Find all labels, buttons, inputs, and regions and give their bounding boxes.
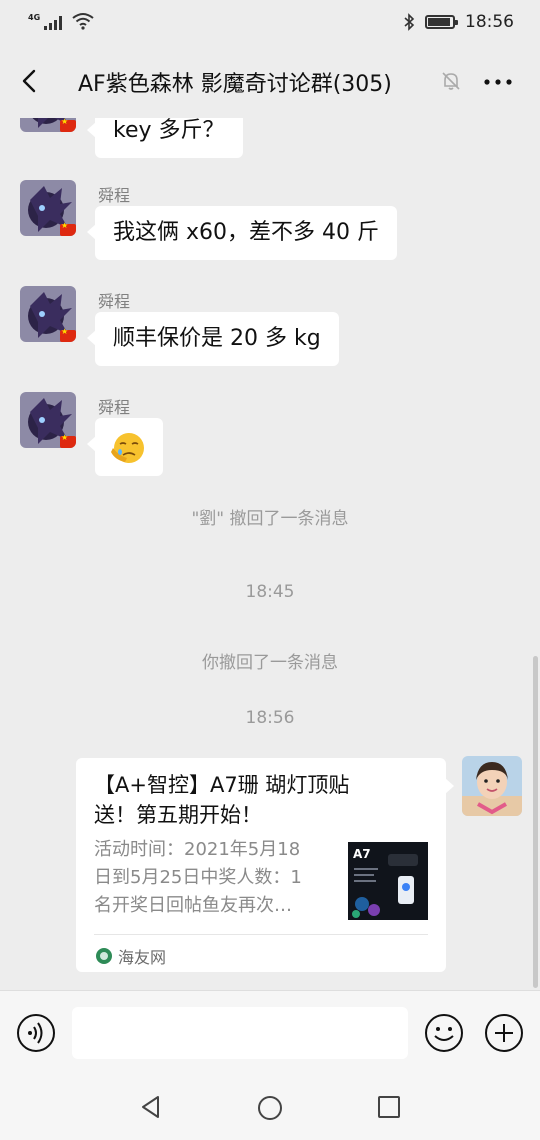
flag-badge xyxy=(60,433,76,448)
card-title: 【A+智控】A7珊 瑚灯顶贴 送！第五期开始！ xyxy=(94,773,350,827)
flag-badge xyxy=(60,118,76,132)
nav-back-icon[interactable] xyxy=(138,1094,164,1120)
avatar[interactable] xyxy=(20,286,76,342)
message-bubble[interactable]: 顺丰保价是 20 多 kg xyxy=(87,312,339,366)
avatar[interactable] xyxy=(20,392,76,448)
emoji-bubble[interactable] xyxy=(87,418,163,476)
chat-header: AF紫色森林 影魔奇讨论群(305) xyxy=(0,46,540,118)
thumb-label: A7 xyxy=(353,847,371,861)
wifi-icon xyxy=(72,13,94,30)
bluetooth-icon xyxy=(404,13,415,31)
source-logo-icon xyxy=(96,948,112,964)
network-status: 4G xyxy=(28,12,94,30)
status-bar: 4G 18:56 xyxy=(0,0,540,46)
recall-notice: 你撤回了一条消息 xyxy=(202,653,338,673)
avatar-image xyxy=(462,756,522,816)
battery-icon xyxy=(425,15,458,29)
sender-name: 舜程 xyxy=(98,186,131,205)
card-source: 海友网 xyxy=(96,944,166,968)
card-divider xyxy=(94,934,428,935)
mute-bell-icon xyxy=(442,72,460,90)
flag-badge xyxy=(60,221,76,236)
system-status: 18:56 xyxy=(403,12,514,32)
my-avatar[interactable] xyxy=(462,756,522,816)
avatar[interactable] xyxy=(20,118,76,132)
scrollbar[interactable] xyxy=(533,656,538,988)
facepalm-emoji-icon xyxy=(111,433,144,463)
input-bar xyxy=(0,990,540,1074)
system-navigation-bar xyxy=(0,1074,540,1140)
emoji-button[interactable] xyxy=(424,1013,464,1053)
flag-badge xyxy=(60,327,76,342)
nav-home-icon[interactable] xyxy=(256,1094,284,1122)
nav-recent-apps-icon[interactable] xyxy=(376,1094,402,1120)
recall-notice: "劉" 撤回了一条消息 xyxy=(191,509,349,529)
message-input[interactable] xyxy=(72,1007,408,1059)
card-description: 活动时间：2021年5月18 日到5月25日中奖人数：1 名开奖日回帖鱼友再次… xyxy=(94,839,302,916)
avatar[interactable] xyxy=(20,180,76,236)
product-image: A7 xyxy=(348,842,428,920)
back-button[interactable] xyxy=(14,64,48,98)
chat-title: AF紫色森林 影魔奇讨论群(305) xyxy=(78,72,392,97)
timestamp: 18:45 xyxy=(245,582,295,602)
status-time: 18:56 xyxy=(465,12,514,32)
timestamp: 18:56 xyxy=(245,708,295,728)
sender-name: 舜程 xyxy=(98,398,131,417)
message-bubble[interactable]: key 多斤？ xyxy=(87,118,243,158)
more-functions-button[interactable] xyxy=(484,1013,524,1053)
shared-link-card[interactable]: 【A+智控】A7珊 瑚灯顶贴 送！第五期开始！ 活动时间：2021年5月18 日… xyxy=(76,758,454,972)
chat-area[interactable]: key 多斤？ 舜程 我这俩 x60，差不多 40 斤 舜程 顺丰保价是 20 … xyxy=(0,118,540,990)
card-thumbnail: A7 xyxy=(348,842,428,920)
sender-name: 舜程 xyxy=(98,292,131,311)
source-name: 海友网 xyxy=(118,948,167,967)
voice-input-button[interactable] xyxy=(16,1013,56,1053)
signal-icon xyxy=(44,16,63,30)
network-type: 4G xyxy=(28,13,41,22)
more-options-button[interactable] xyxy=(480,68,516,96)
message-bubble[interactable]: 我这俩 x60，差不多 40 斤 xyxy=(87,206,397,260)
